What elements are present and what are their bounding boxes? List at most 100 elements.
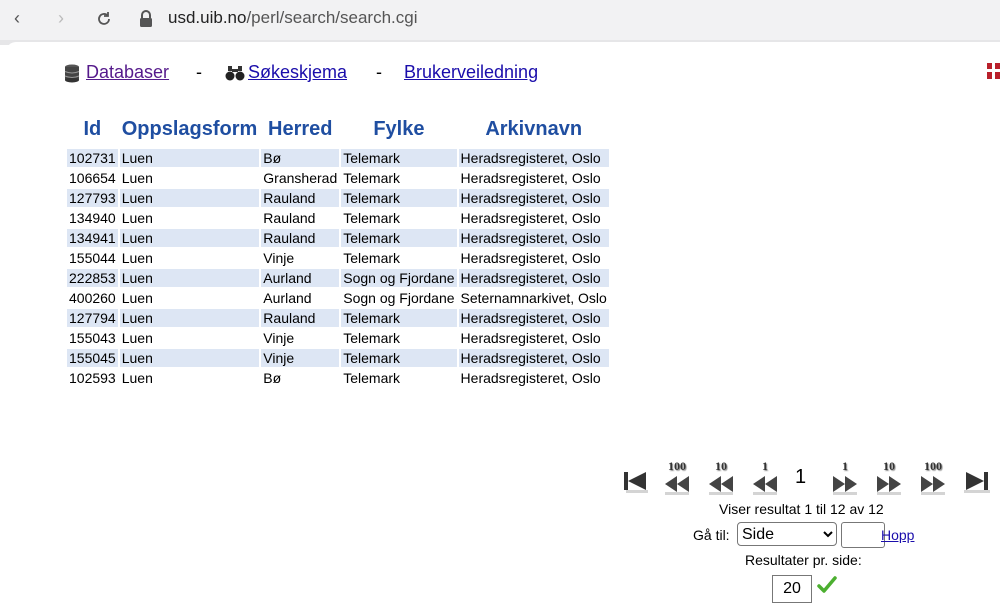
cell-fylke: Sogn og Fjordane (343, 290, 455, 306)
first-page-button[interactable] (620, 460, 650, 498)
last-page-button[interactable] (962, 460, 992, 498)
sokeskjema-link[interactable]: Søkeskjema (248, 62, 347, 83)
cell-arkivnavn: Heradsregisteret, Oslo (458, 269, 609, 287)
cell-arkivnavn: Heradsregisteret, Oslo (458, 189, 609, 207)
cell-oppslagsform: Luen (119, 349, 260, 367)
database-icon (64, 64, 80, 83)
reload-icon[interactable] (95, 10, 113, 28)
goto-page-input[interactable] (841, 522, 885, 548)
nav-separator: - (196, 62, 202, 82)
double-left-arrow-icon (753, 476, 777, 495)
cell-oppslagsform: Luen (121, 330, 153, 346)
double-right-arrow-icon (833, 476, 857, 495)
table-row: 400260 Luen Aurland Sogn og Fjordane Seterna… (67, 289, 609, 307)
cell-herred: Vinje (261, 349, 340, 367)
checkmark-icon[interactable] (817, 575, 837, 595)
forward-1-button[interactable]: 1 (830, 460, 860, 498)
table-row: 222853 Luen Aurland Sogn og Fjordane Heradsr… (67, 269, 609, 287)
double-right-arrow-icon (921, 476, 945, 495)
cell-fylke: Telemark (343, 370, 401, 386)
databaser-link[interactable]: Databaser (86, 62, 169, 83)
back-100-button[interactable]: 100 (662, 460, 692, 498)
table-row: 127793 Luen Rauland Telemark Heradsregistere… (67, 189, 609, 207)
cell-id: 222853 (67, 269, 118, 287)
cell-fylke: Sogn og Fjordane (341, 269, 457, 287)
table-row: 134941 Luen Rauland Telemark Heradsregistere… (67, 229, 609, 247)
table-row: 155044 Luen Vinje Telemark Heradsregisteret,… (67, 249, 609, 267)
double-left-arrow-icon (709, 476, 733, 495)
cell-arkivnavn: Seternamnarkivet, Oslo (460, 290, 607, 306)
cell-fylke: Telemark (341, 189, 457, 207)
current-page-number: 1 (795, 466, 807, 488)
back-10-button[interactable]: 10 (706, 460, 736, 498)
cell-id: 127794 (67, 309, 118, 327)
url-path: /perl/search/search.cgi (246, 8, 418, 27)
cell-oppslagsform: Luen (119, 189, 260, 207)
cell-fylke: Telemark (343, 330, 401, 346)
browser-toolbar: ‹ › usd.uib.no/perl/search/search.cgi (0, 0, 1000, 40)
cell-fylke: Telemark (341, 229, 457, 247)
table-row: 106654 Luen Gransherad Telemark Heradsregist… (67, 169, 609, 187)
cell-herred: Bø (261, 149, 340, 167)
column-header-oppslagsform: Oppslagsform (121, 117, 258, 140)
results-per-page-input[interactable] (772, 575, 812, 603)
cell-oppslagsform: Luen (121, 250, 153, 266)
cell-herred: Vinje (263, 250, 295, 266)
forward-10-button[interactable]: 10 (874, 460, 904, 498)
hopp-link[interactable]: Hopp (881, 527, 914, 543)
english-flag-icon[interactable] (987, 63, 1000, 79)
column-header-herred: Herred (268, 117, 333, 140)
binoculars-icon (225, 66, 245, 81)
cell-oppslagsform: Luen (119, 229, 260, 247)
cell-arkivnavn: Heradsregisteret, Oslo (460, 250, 601, 266)
cell-herred: Vinje (263, 330, 295, 346)
cell-arkivnavn: Heradsregisteret, Oslo (460, 170, 601, 186)
address-bar[interactable]: usd.uib.no/perl/search/search.cgi (168, 8, 417, 28)
cell-fylke: Telemark (341, 349, 457, 367)
cell-arkivnavn: Heradsregisteret, Oslo (460, 370, 601, 386)
goto-select[interactable]: Side (737, 522, 837, 546)
cell-oppslagsform: Luen (121, 210, 153, 226)
cell-arkivnavn: Heradsregisteret, Oslo (460, 330, 601, 346)
cell-fylke: Telemark (341, 149, 457, 167)
back-icon[interactable]: ‹ (14, 8, 20, 29)
table-row: 127794 Luen Rauland Telemark Heradsregistere… (67, 309, 609, 327)
forward-1-label: 1 (842, 459, 848, 473)
cell-id: 134941 (67, 229, 118, 247)
result-count-text: Viser resultat 1 til 12 av 12 (719, 501, 884, 517)
cell-herred: Rauland (261, 229, 340, 247)
forward-100-label: 100 (924, 459, 942, 473)
cell-id: 155045 (67, 349, 118, 367)
table-row: 102593 Luen Bø Telemark Heradsregisteret, Os… (67, 369, 609, 387)
cell-oppslagsform: Luen (119, 149, 260, 167)
cell-oppslagsform: Luen (121, 370, 153, 386)
pagination: 100 10 1 1 10 100 (620, 460, 1000, 500)
cell-herred: Rauland (263, 210, 316, 226)
last-page-icon (964, 472, 990, 493)
double-right-arrow-icon (877, 476, 901, 495)
cell-id: 155043 (69, 330, 116, 346)
forward-icon[interactable]: › (58, 8, 64, 29)
forward-10-label: 10 (883, 459, 895, 473)
cell-herred: Rauland (261, 189, 340, 207)
results-per-page-label: Resultater pr. side: (745, 552, 862, 568)
brukerveiledning-link[interactable]: Brukerveiledning (404, 62, 538, 83)
goto-label: Gå til: (693, 527, 730, 543)
cell-herred: Rauland (261, 309, 340, 327)
cell-arkivnavn: Heradsregisteret, Oslo (458, 229, 609, 247)
table-row: 102731 Luen Bø Telemark Heradsregisteret, Os… (67, 149, 609, 167)
forward-100-button[interactable]: 100 (918, 460, 948, 498)
back-1-label: 1 (762, 459, 768, 473)
cell-fylke: Telemark (343, 250, 401, 266)
back-100-label: 100 (668, 459, 686, 473)
double-left-arrow-icon (665, 476, 689, 495)
results-table: Id Oppslagsform Herred Fylke Arkivnavn 1… (65, 113, 611, 389)
column-header-id: Id (83, 117, 102, 140)
cell-fylke: Telemark (343, 210, 401, 226)
back-1-button[interactable]: 1 (750, 460, 780, 498)
cell-id: 102593 (69, 370, 116, 386)
cell-id: 400260 (69, 290, 116, 306)
column-header-arkivnavn: Arkivnavn (485, 117, 583, 140)
lock-icon[interactable] (138, 9, 154, 29)
cell-id: 127793 (67, 189, 118, 207)
